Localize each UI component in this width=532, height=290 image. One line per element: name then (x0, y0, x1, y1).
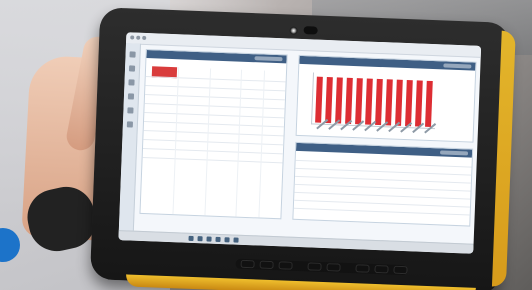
taskbar-icon (188, 235, 194, 241)
bar (355, 78, 363, 125)
bar (345, 77, 353, 124)
bar (335, 77, 343, 124)
sensor-strip (303, 26, 318, 35)
tablet-yellow-bottom-edge (125, 274, 476, 290)
windows-taskbar (118, 230, 474, 254)
hardware-button (374, 264, 389, 274)
hardware-button (259, 260, 274, 270)
taskbar-icon (206, 236, 212, 242)
bar (425, 80, 433, 128)
taskbar-icon (215, 236, 221, 243)
rugged-tablet (89, 7, 516, 290)
data-table (141, 58, 287, 218)
bar (365, 78, 373, 125)
rail-item-icon (126, 121, 134, 128)
tablet-yellow-edge (491, 30, 516, 288)
window-control-dot (142, 35, 147, 41)
rail-item-icon (127, 93, 135, 100)
bar (415, 80, 423, 127)
lower-right-table-panel (292, 141, 474, 227)
left-navigation-rail (118, 43, 141, 241)
photo-scene (0, 0, 532, 290)
front-camera-icon (289, 26, 298, 35)
window-control-dot (136, 35, 141, 40)
tablet-screen (118, 32, 482, 254)
bar (325, 76, 333, 124)
hardware-button (355, 264, 370, 273)
taskbar-icon (233, 237, 239, 243)
rail-item-icon (129, 51, 136, 58)
bar (405, 80, 413, 127)
bar (375, 78, 383, 126)
hardware-button-row (235, 258, 408, 276)
bar-series (315, 75, 435, 128)
hardware-button (307, 262, 322, 271)
hardware-button (240, 259, 255, 269)
bar (315, 76, 323, 123)
rail-item-icon (128, 65, 136, 72)
taskbar-icon (197, 236, 203, 242)
rail-item-icon (127, 107, 134, 114)
left-data-panel (139, 49, 288, 220)
hardware-button (278, 261, 293, 270)
hardware-button (326, 263, 341, 272)
chart-y-axis (311, 72, 315, 125)
hardware-button (393, 265, 408, 275)
bar-chart-panel (295, 54, 477, 143)
rail-item-icon (128, 79, 135, 86)
bar (385, 79, 393, 126)
bar (395, 79, 403, 126)
taskbar-icon (224, 237, 230, 243)
window-control-dot (130, 35, 135, 40)
